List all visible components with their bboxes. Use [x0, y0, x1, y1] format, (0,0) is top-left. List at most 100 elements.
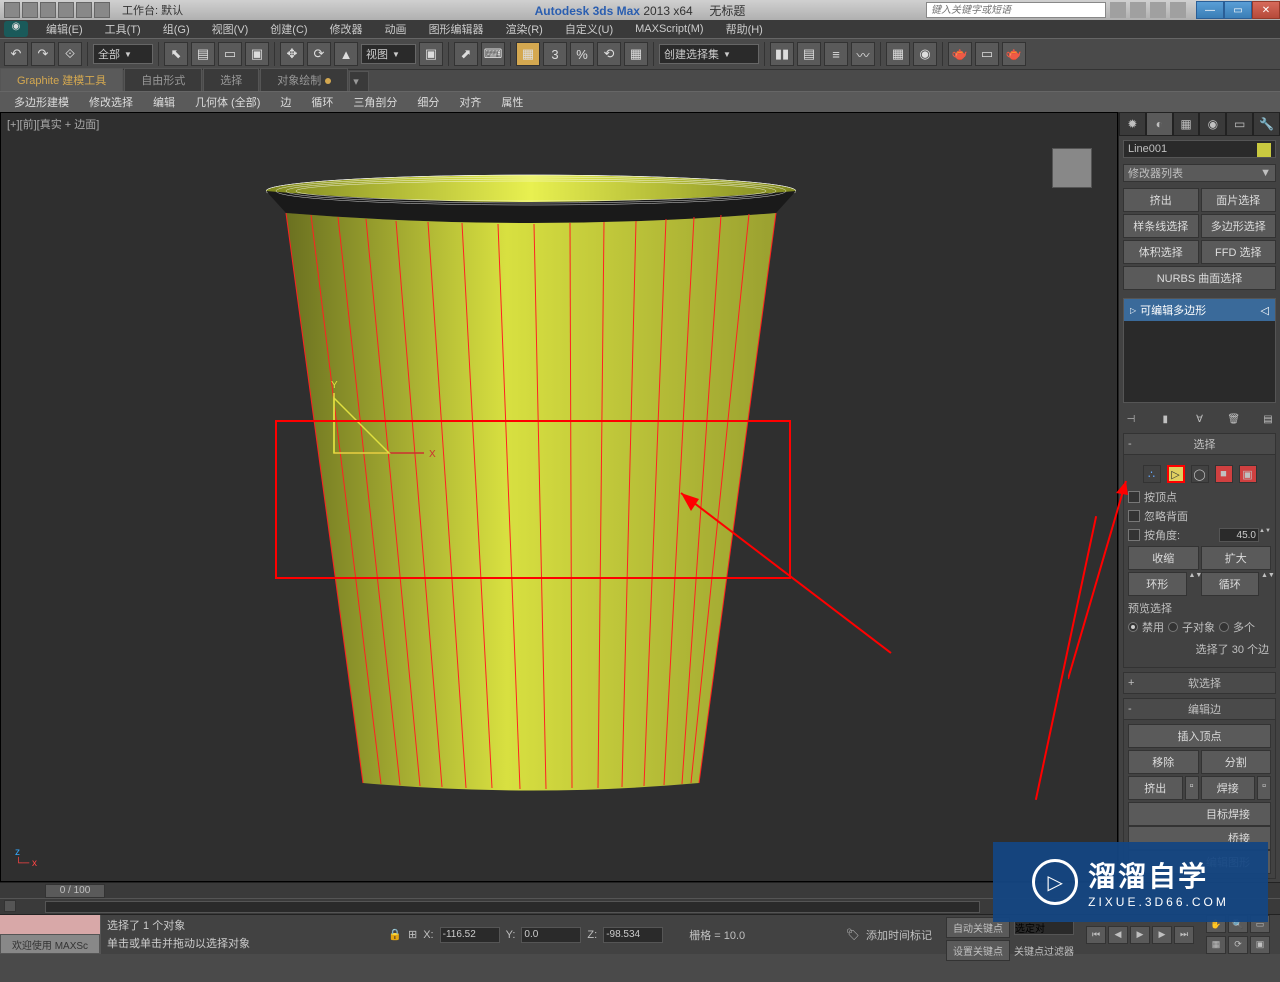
target-weld-button[interactable]: 目标焊接: [1128, 802, 1271, 826]
display-tab-icon[interactable]: ▭: [1226, 112, 1253, 136]
window-crossing-icon[interactable]: ▣: [245, 42, 269, 66]
selection-rollout-header[interactable]: -选择: [1123, 433, 1276, 455]
nav-orbit-icon[interactable]: ⟳: [1228, 936, 1248, 954]
qat-redo-icon[interactable]: [76, 2, 92, 18]
x-coord-input[interactable]: [440, 927, 500, 943]
close-button[interactable]: ✕: [1252, 1, 1280, 19]
spinner-snap-icon[interactable]: ⟲: [597, 42, 621, 66]
schematic-icon[interactable]: ▦: [886, 42, 910, 66]
track-ticks[interactable]: [45, 901, 980, 913]
viewcube-icon[interactable]: [1052, 148, 1092, 188]
preview-subobj-radio[interactable]: [1168, 622, 1178, 632]
soft-sel-header[interactable]: +软选择: [1123, 672, 1276, 694]
shrink-button[interactable]: 收缩: [1128, 546, 1199, 570]
ffd-sel-button[interactable]: FFD 选择: [1201, 240, 1277, 264]
poly-sel-button[interactable]: 多边形选择: [1201, 214, 1277, 238]
grow-button[interactable]: 扩大: [1201, 546, 1272, 570]
ribbon-edges[interactable]: 边: [274, 92, 297, 112]
edit-edges-header[interactable]: -编辑边: [1123, 698, 1276, 720]
ribbon-geometry[interactable]: 几何体 (全部): [189, 92, 266, 112]
select-manip-icon[interactable]: ⬈: [454, 42, 478, 66]
selection-lock-icon[interactable]: 🔒: [388, 928, 402, 942]
comm-center-icon[interactable]: [1130, 2, 1146, 18]
maxscript-listener[interactable]: 欢迎使用 MAXSc: [0, 934, 100, 954]
ribbon-tab-paint[interactable]: 对象绘制: [260, 68, 348, 91]
modifier-stack[interactable]: ▷ 可编辑多边形 ◁: [1123, 298, 1276, 403]
configure-icon[interactable]: ▤: [1260, 411, 1276, 427]
create-tab-icon[interactable]: ✹: [1119, 112, 1146, 136]
ref-coord-dropdown[interactable]: 视图▼: [361, 44, 416, 64]
menu-edit[interactable]: 编辑(E): [36, 19, 93, 39]
rect-select-icon[interactable]: ▭: [218, 42, 242, 66]
ring-spinner-icon[interactable]: ▲▼: [1189, 572, 1199, 596]
nav-zoom-all-icon[interactable]: ▦: [1206, 936, 1226, 954]
search-icon[interactable]: [1110, 2, 1126, 18]
select-icon[interactable]: ⬉: [164, 42, 188, 66]
undo-icon[interactable]: ↶: [4, 42, 28, 66]
curve-editor-icon[interactable]: 〰: [851, 42, 875, 66]
render-frame-icon[interactable]: ▭: [975, 42, 999, 66]
pin-stack-icon[interactable]: ⊣: [1123, 411, 1139, 427]
spline-sel-button[interactable]: 样条线选择: [1123, 214, 1199, 238]
qat-link-icon[interactable]: [94, 2, 110, 18]
snap-toggle-icon[interactable]: ▦: [516, 42, 540, 66]
insert-vertex-button[interactable]: 插入顶点: [1128, 724, 1271, 748]
next-frame-icon[interactable]: ▶: [1152, 926, 1172, 944]
viewport-label[interactable]: [+][前][真实 + 边面]: [7, 116, 99, 132]
menu-help[interactable]: 帮助(H): [716, 19, 773, 39]
qat-open-icon[interactable]: [22, 2, 38, 18]
extrude-edge-button[interactable]: 挤出: [1128, 776, 1183, 800]
menu-create[interactable]: 创建(C): [260, 19, 317, 39]
stack-editable-poly[interactable]: ▷ 可编辑多边形 ◁: [1124, 299, 1275, 321]
menu-animation[interactable]: 动画: [375, 19, 417, 39]
key-filter-label[interactable]: 关键点过滤器: [1014, 943, 1074, 958]
qat-undo-icon[interactable]: [58, 2, 74, 18]
object-color-swatch[interactable]: [1257, 143, 1271, 157]
edged-faces-icon[interactable]: ▦: [624, 42, 648, 66]
app-menu-icon[interactable]: ◉: [4, 21, 28, 37]
selection-filter-dropdown[interactable]: 全部▼: [93, 44, 153, 64]
preview-multi-radio[interactable]: [1219, 622, 1229, 632]
extrude-button[interactable]: 挤出: [1123, 188, 1199, 212]
ring-button[interactable]: 环形: [1128, 572, 1187, 596]
scale-icon[interactable]: ▲: [334, 42, 358, 66]
weld-button[interactable]: 焊接: [1201, 776, 1256, 800]
mirror-icon[interactable]: ▮▮: [770, 42, 794, 66]
show-end-icon[interactable]: ▮: [1157, 411, 1173, 427]
ribbon-tab-freeform[interactable]: 自由形式: [124, 68, 202, 91]
select-name-icon[interactable]: ▤: [191, 42, 215, 66]
render-setup-icon[interactable]: 🫖: [948, 42, 972, 66]
prev-frame-icon[interactable]: ◀: [1108, 926, 1128, 944]
goto-end-icon[interactable]: ⏭: [1174, 926, 1194, 944]
menu-graph-editors[interactable]: 图形编辑器: [419, 19, 494, 39]
remove-button[interactable]: 移除: [1128, 750, 1199, 774]
menu-group[interactable]: 组(G): [153, 19, 200, 39]
set-key-button[interactable]: 设置关键点: [946, 940, 1010, 961]
by-vertex-checkbox[interactable]: [1128, 491, 1140, 503]
modify-tab-icon[interactable]: ◐: [1146, 112, 1173, 136]
render-icon[interactable]: 🫖: [1002, 42, 1026, 66]
ribbon-props[interactable]: 属性: [495, 92, 529, 112]
key-sel-set[interactable]: [1014, 921, 1074, 935]
polygon-subobj-icon[interactable]: ■: [1215, 465, 1233, 483]
element-subobj-icon[interactable]: ▣: [1239, 465, 1257, 483]
loop-button[interactable]: 循环: [1201, 572, 1260, 596]
nurbs-sel-button[interactable]: NURBS 曲面选择: [1123, 266, 1276, 290]
minimize-button[interactable]: —: [1196, 1, 1224, 19]
ribbon-loops[interactable]: 循环: [305, 92, 339, 112]
by-angle-checkbox[interactable]: [1128, 529, 1140, 541]
ignore-backfacing-checkbox[interactable]: [1128, 510, 1140, 522]
qat-new-icon[interactable]: [4, 2, 20, 18]
nav-max-icon[interactable]: ▣: [1250, 936, 1270, 954]
preview-off-radio[interactable]: [1128, 622, 1138, 632]
ribbon-subdiv[interactable]: 细分: [411, 92, 445, 112]
weld-settings-icon[interactable]: ▫: [1257, 776, 1271, 800]
ribbon-modify-sel[interactable]: 修改选择: [83, 92, 139, 112]
hierarchy-tab-icon[interactable]: ▦: [1173, 112, 1200, 136]
percent-snap-icon[interactable]: %: [570, 42, 594, 66]
material-editor-icon[interactable]: ◉: [913, 42, 937, 66]
abs-rel-icon[interactable]: ⊞: [408, 928, 417, 941]
pivot-icon[interactable]: ▣: [419, 42, 443, 66]
workspace-label[interactable]: 工作台: 默认: [122, 2, 183, 18]
move-icon[interactable]: ✥: [280, 42, 304, 66]
